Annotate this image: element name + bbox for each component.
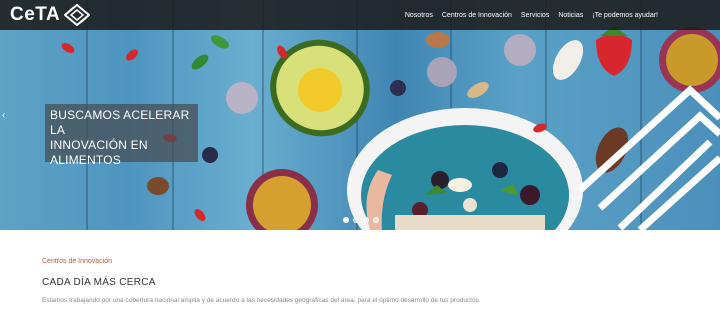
smoothie-bowl-image (347, 108, 583, 230)
hero-caption-box: BUSCAMOS ACELERAR LA INNOVACIÓN EN ALIME… (45, 104, 198, 167)
carousel-dot-1[interactable] (343, 217, 349, 223)
hero-carousel[interactable]: ‹ BUSCAMOS ACELERAR LA INNOVACIÓN EN ALI… (0, 0, 720, 230)
main-nav: Nosotros Centros de Innovación Servicios… (405, 0, 658, 30)
avocado-image (270, 39, 370, 137)
hero-caption-line: ALIMENTOS (50, 153, 121, 167)
nav-item-nosotros[interactable]: Nosotros (405, 12, 433, 19)
hero-caption-line: INNOVACIÓN EN (50, 138, 148, 152)
section-title: CADA DÍA MÁS CERCA (42, 277, 156, 288)
carousel-indicators (343, 217, 379, 223)
nav-item-centros[interactable]: Centros de Innovación (442, 12, 512, 19)
carousel-dot-3[interactable] (363, 217, 369, 223)
nav-item-noticias[interactable]: Noticias (558, 12, 583, 19)
section-label: Centros de Innovación (42, 258, 113, 265)
carousel-dot-4[interactable] (373, 217, 379, 223)
carousel-dot-2[interactable] (353, 217, 359, 223)
innovation-section: Centros de Innovación CADA DÍA MÁS CERCA… (0, 230, 720, 325)
page: ‹ BUSCAMOS ACELERAR LA INNOVACIÓN EN ALI… (0, 0, 720, 325)
carousel-prev-button[interactable]: ‹ (2, 110, 5, 121)
brand-diamond-icon (64, 4, 91, 26)
strawberry-image (596, 34, 632, 76)
top-navbar: CeTA Nosotros Centros de Innovación Serv… (0, 0, 720, 30)
brand-logo[interactable]: CeTA (10, 4, 91, 26)
brand-name: CeTA (10, 4, 61, 25)
nav-item-ayuda[interactable]: ¡Te podemos ayudar! (592, 12, 658, 19)
hero-caption-line: BUSCAMOS ACELERAR LA (50, 108, 190, 137)
section-body: Estamos trabajando por una cobertura nac… (42, 297, 481, 304)
nav-item-servicios[interactable]: Servicios (521, 12, 549, 19)
